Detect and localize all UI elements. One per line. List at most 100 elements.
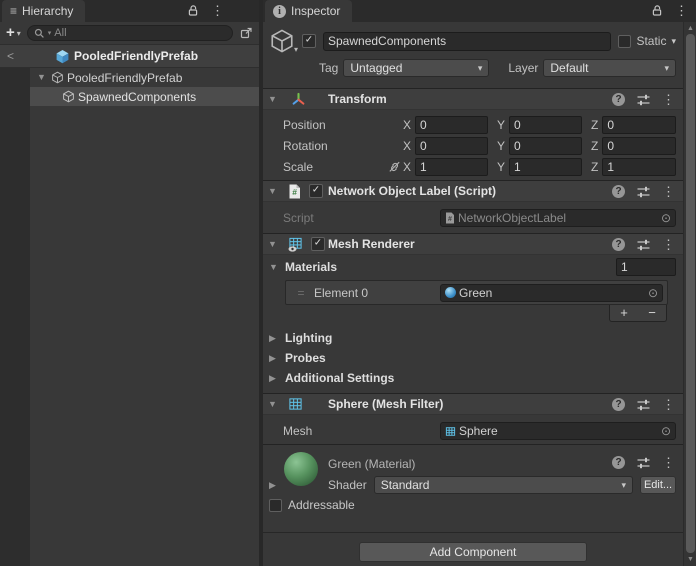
- tag-dropdown[interactable]: Untagged ▾: [343, 59, 489, 77]
- help-icon[interactable]: ?: [612, 398, 625, 411]
- scroll-down-arrow[interactable]: ▼: [684, 556, 696, 563]
- kebab-menu-icon[interactable]: ⋮: [662, 93, 675, 106]
- mesh-renderer-header-icons: ? ⋮: [612, 238, 675, 251]
- script-header[interactable]: ▼ # ✓ Network Object Label (Script) ?: [263, 180, 683, 202]
- foldout-open-icon[interactable]: ▼: [268, 400, 279, 409]
- hierarchy-list-icon: ≡: [10, 4, 17, 18]
- lock-icon[interactable]: [651, 4, 663, 17]
- y-label: Y: [497, 118, 505, 132]
- foldout-open-icon[interactable]: ▼: [268, 95, 279, 104]
- preset-icon[interactable]: [637, 239, 650, 251]
- kebab-menu-icon[interactable]: ⋮: [675, 4, 688, 17]
- foldout-open-icon[interactable]: ▼: [268, 187, 279, 196]
- shader-dropdown[interactable]: Standard ▾: [374, 476, 633, 494]
- chevron-down-icon: ▾: [664, 63, 669, 74]
- gameobject-header: ▾ ✓ Static ▾ Tag Untagged ▾: [263, 22, 683, 88]
- edit-shader-button[interactable]: Edit...: [640, 476, 676, 494]
- component-enabled-checkbox[interactable]: ✓: [309, 184, 323, 198]
- preset-icon[interactable]: [637, 399, 650, 411]
- position-z-input[interactable]: [602, 116, 676, 134]
- static-label: Static: [636, 34, 666, 48]
- script-object-name: NetworkObjectLabel: [458, 211, 566, 225]
- help-icon[interactable]: ?: [612, 93, 625, 106]
- help-icon[interactable]: ?: [612, 456, 625, 469]
- gameobject-name-input[interactable]: [323, 32, 611, 51]
- hierarchy-tabbar: ≡ Hierarchy ⋮: [0, 0, 259, 22]
- preset-icon[interactable]: [637, 94, 650, 106]
- tab-hierarchy[interactable]: ≡ Hierarchy: [2, 0, 85, 22]
- layer-dropdown[interactable]: Default ▾: [543, 59, 676, 77]
- prefab-mode-bar: < PooledFriendlyPrefab: [0, 44, 259, 68]
- object-picker-icon[interactable]: ⊙: [661, 212, 671, 224]
- mesh-filter-header[interactable]: ▼ Sphere (Mesh Filter) ?: [263, 393, 683, 415]
- scale-z-input[interactable]: [602, 158, 676, 176]
- foldout-open-icon[interactable]: ▼: [269, 263, 280, 272]
- tree-item-pooledfriendlyprefab[interactable]: ▼ PooledFriendlyPrefab: [0, 68, 259, 87]
- rotation-x-input[interactable]: [415, 137, 488, 155]
- add-element-button[interactable]: +: [610, 305, 638, 321]
- script-object-field[interactable]: # NetworkObjectLabel ⊙: [440, 209, 676, 227]
- scale-x-input[interactable]: [415, 158, 488, 176]
- mesh-renderer-header[interactable]: ▼ ✓ Mesh Renderer ?: [263, 233, 683, 255]
- materials-foldout-row[interactable]: ▼ Materials: [263, 255, 683, 279]
- mesh-object-field[interactable]: Sphere ⊙: [440, 422, 676, 440]
- object-picker-icon[interactable]: ⊙: [661, 425, 671, 437]
- mesh-filter-header-icons: ? ⋮: [612, 398, 675, 411]
- addressable-checkbox[interactable]: [269, 499, 282, 512]
- prefab-back-button[interactable]: <: [0, 49, 30, 63]
- inspector-footer: Add Component: [263, 532, 683, 566]
- rotation-z-input[interactable]: [602, 137, 676, 155]
- position-y-input[interactable]: [509, 116, 582, 134]
- materials-size-input[interactable]: [616, 258, 676, 276]
- kebab-menu-icon[interactable]: ⋮: [211, 4, 224, 17]
- transform-header[interactable]: ▼ Transform ?: [263, 88, 683, 110]
- help-icon[interactable]: ?: [612, 238, 625, 251]
- remove-element-button[interactable]: −: [638, 305, 666, 321]
- lighting-foldout[interactable]: ▶ Lighting: [263, 328, 683, 348]
- active-checkbox[interactable]: ✓: [302, 34, 316, 48]
- element0-label: Element 0: [314, 286, 438, 300]
- scene-picker-icon[interactable]: [239, 26, 253, 40]
- unity-editor-window: ≡ Hierarchy ⋮ + ▾: [0, 0, 696, 566]
- scale-y-input[interactable]: [509, 158, 582, 176]
- kebab-menu-icon[interactable]: ⋮: [662, 456, 675, 469]
- scrollbar-thumb[interactable]: [686, 34, 695, 553]
- search-input[interactable]: [54, 27, 226, 39]
- lock-icon[interactable]: [187, 4, 199, 17]
- static-control: Static ▾: [618, 34, 676, 48]
- position-x-input[interactable]: [415, 116, 488, 134]
- kebab-menu-icon[interactable]: ⋮: [662, 398, 675, 411]
- search-filter-arrow-icon[interactable]: ▾: [48, 29, 52, 37]
- material-foldout-icon[interactable]: ▶: [269, 481, 280, 490]
- preset-icon[interactable]: [637, 186, 650, 198]
- transform-header-icons: ? ⋮: [612, 93, 675, 106]
- tree-item-spawnedcomponents-selected[interactable]: SpawnedComponents: [30, 87, 259, 106]
- prefab-root-name[interactable]: PooledFriendlyPrefab: [74, 49, 198, 63]
- kebab-menu-icon[interactable]: ⋮: [662, 185, 675, 198]
- transform-title: Transform: [328, 92, 387, 106]
- scroll-up-arrow[interactable]: ▲: [684, 25, 696, 32]
- mesh-object-name: Sphere: [459, 424, 498, 438]
- create-button[interactable]: + ▾: [6, 26, 21, 40]
- preset-icon[interactable]: [637, 457, 650, 469]
- help-icon[interactable]: ?: [612, 185, 625, 198]
- static-dropdown-icon[interactable]: ▾: [671, 36, 676, 47]
- additional-settings-foldout[interactable]: ▶ Additional Settings: [263, 368, 683, 388]
- kebab-menu-icon[interactable]: ⋮: [662, 238, 675, 251]
- gameobject-icon[interactable]: ▾: [269, 28, 295, 54]
- element0-material-field[interactable]: Green ⊙: [440, 284, 663, 302]
- object-picker-icon[interactable]: ⊙: [648, 287, 658, 299]
- mesh-icon: [445, 426, 456, 437]
- probes-foldout[interactable]: ▶ Probes: [263, 348, 683, 368]
- scale-link-toggle[interactable]: [386, 161, 403, 173]
- foldout-open-icon[interactable]: ▼: [268, 240, 279, 249]
- tab-inspector[interactable]: i Inspector: [265, 0, 352, 22]
- drag-handle-icon[interactable]: =: [290, 286, 312, 300]
- static-checkbox[interactable]: [618, 35, 631, 48]
- hierarchy-toolbar: + ▾ ▾: [0, 22, 259, 44]
- add-component-button[interactable]: Add Component: [359, 542, 587, 562]
- rotation-y-input[interactable]: [509, 137, 582, 155]
- foldout-open-icon[interactable]: ▼: [37, 73, 48, 82]
- component-enabled-checkbox[interactable]: ✓: [311, 237, 325, 251]
- inspector-panel: i Inspector ⋮: [263, 0, 696, 566]
